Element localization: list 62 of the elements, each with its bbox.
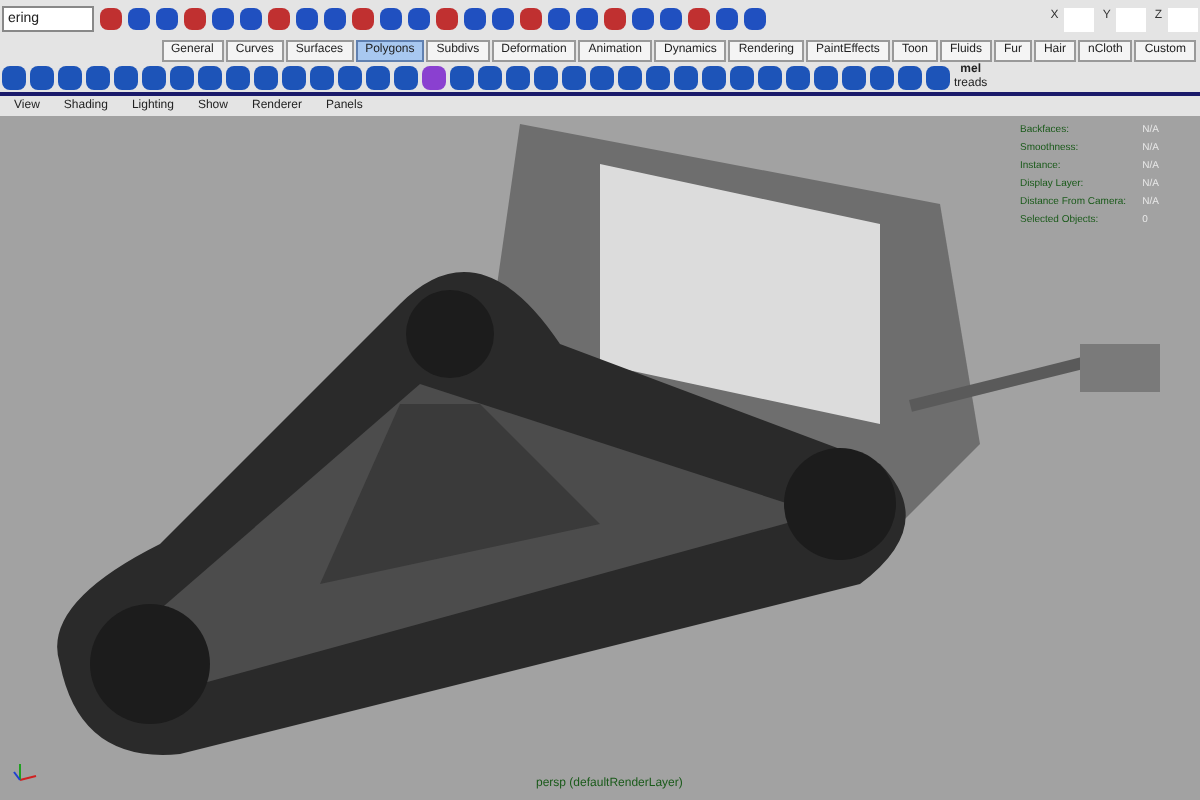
shelf-icon[interactable]	[198, 65, 222, 89]
shelf-icon[interactable]	[590, 65, 614, 89]
shelf-icon[interactable]	[506, 65, 530, 89]
shelf-icon[interactable]	[254, 65, 278, 89]
shelf-icon[interactable]	[646, 65, 670, 89]
coordinate-field[interactable]	[1168, 7, 1198, 31]
status-line-icon[interactable]	[716, 8, 738, 30]
shelf-icon[interactable]	[58, 65, 82, 89]
shelf-icon[interactable]	[926, 65, 950, 89]
status-line-icon[interactable]	[296, 8, 318, 30]
shelf-icon[interactable]	[226, 65, 250, 89]
status-line-icon[interactable]	[520, 8, 542, 30]
shelf-icon[interactable]	[30, 65, 54, 89]
shelf-icon[interactable]	[758, 65, 782, 89]
shelf-icon[interactable]	[338, 65, 362, 89]
status-line-icon[interactable]	[380, 8, 402, 30]
status-line-icon[interactable]	[492, 8, 514, 30]
status-line-icon[interactable]	[128, 8, 150, 30]
shelf-icon[interactable]	[282, 65, 306, 89]
shelf-icon[interactable]	[618, 65, 642, 89]
shelf-icon[interactable]	[86, 65, 110, 89]
status-line-icon[interactable]	[576, 8, 598, 30]
status-line-icon[interactable]	[240, 8, 262, 30]
status-line-icon[interactable]	[100, 8, 122, 30]
status-line-icon[interactable]	[464, 8, 486, 30]
shelf-icon[interactable]	[2, 65, 26, 89]
shelf-icon[interactable]	[786, 65, 810, 89]
status-line-icon[interactable]	[156, 8, 178, 30]
shelf-icon[interactable]	[170, 65, 194, 89]
status-line-icon[interactable]	[604, 8, 626, 30]
shelf-icon[interactable]	[842, 65, 866, 89]
shelf-icon[interactable]	[534, 65, 558, 89]
shelf-icon[interactable]	[366, 65, 390, 89]
status-line-icon[interactable]	[324, 8, 346, 30]
shelf-icon[interactable]	[562, 65, 586, 89]
axis-icon	[12, 760, 40, 784]
coordinate-field[interactable]	[1116, 7, 1147, 31]
shelf-icon[interactable]	[702, 65, 726, 89]
status-line-icon[interactable]	[184, 8, 206, 30]
status-line-icon[interactable]	[212, 8, 234, 30]
status-line-icon[interactable]	[268, 8, 290, 30]
shelf-icon[interactable]	[142, 65, 166, 89]
status-line-icon[interactable]	[436, 8, 458, 30]
status-line-icon[interactable]	[352, 8, 374, 30]
shelf-icon[interactable]	[394, 65, 418, 89]
status-line-icon[interactable]	[744, 8, 766, 30]
status-line-icon[interactable]	[632, 8, 654, 30]
status-line-icon[interactable]	[660, 8, 682, 30]
coordinate-field[interactable]	[1064, 7, 1095, 31]
shelf-icon[interactable]	[310, 65, 334, 89]
shelf-icon[interactable]	[898, 65, 922, 89]
shelf-icon[interactable]	[674, 65, 698, 89]
shelf-icon[interactable]	[870, 65, 894, 89]
shelf-icon[interactable]	[478, 65, 502, 89]
status-line-icon[interactable]	[408, 8, 430, 30]
status-line-icon[interactable]	[548, 8, 570, 30]
shelf-icon[interactable]	[450, 65, 474, 89]
shelf-icon[interactable]	[814, 65, 838, 89]
shelf-icon[interactable]	[422, 65, 446, 89]
shelf-icon[interactable]	[114, 65, 138, 89]
status-line-icon[interactable]	[688, 8, 710, 30]
shelf-icon[interactable]	[730, 65, 754, 89]
